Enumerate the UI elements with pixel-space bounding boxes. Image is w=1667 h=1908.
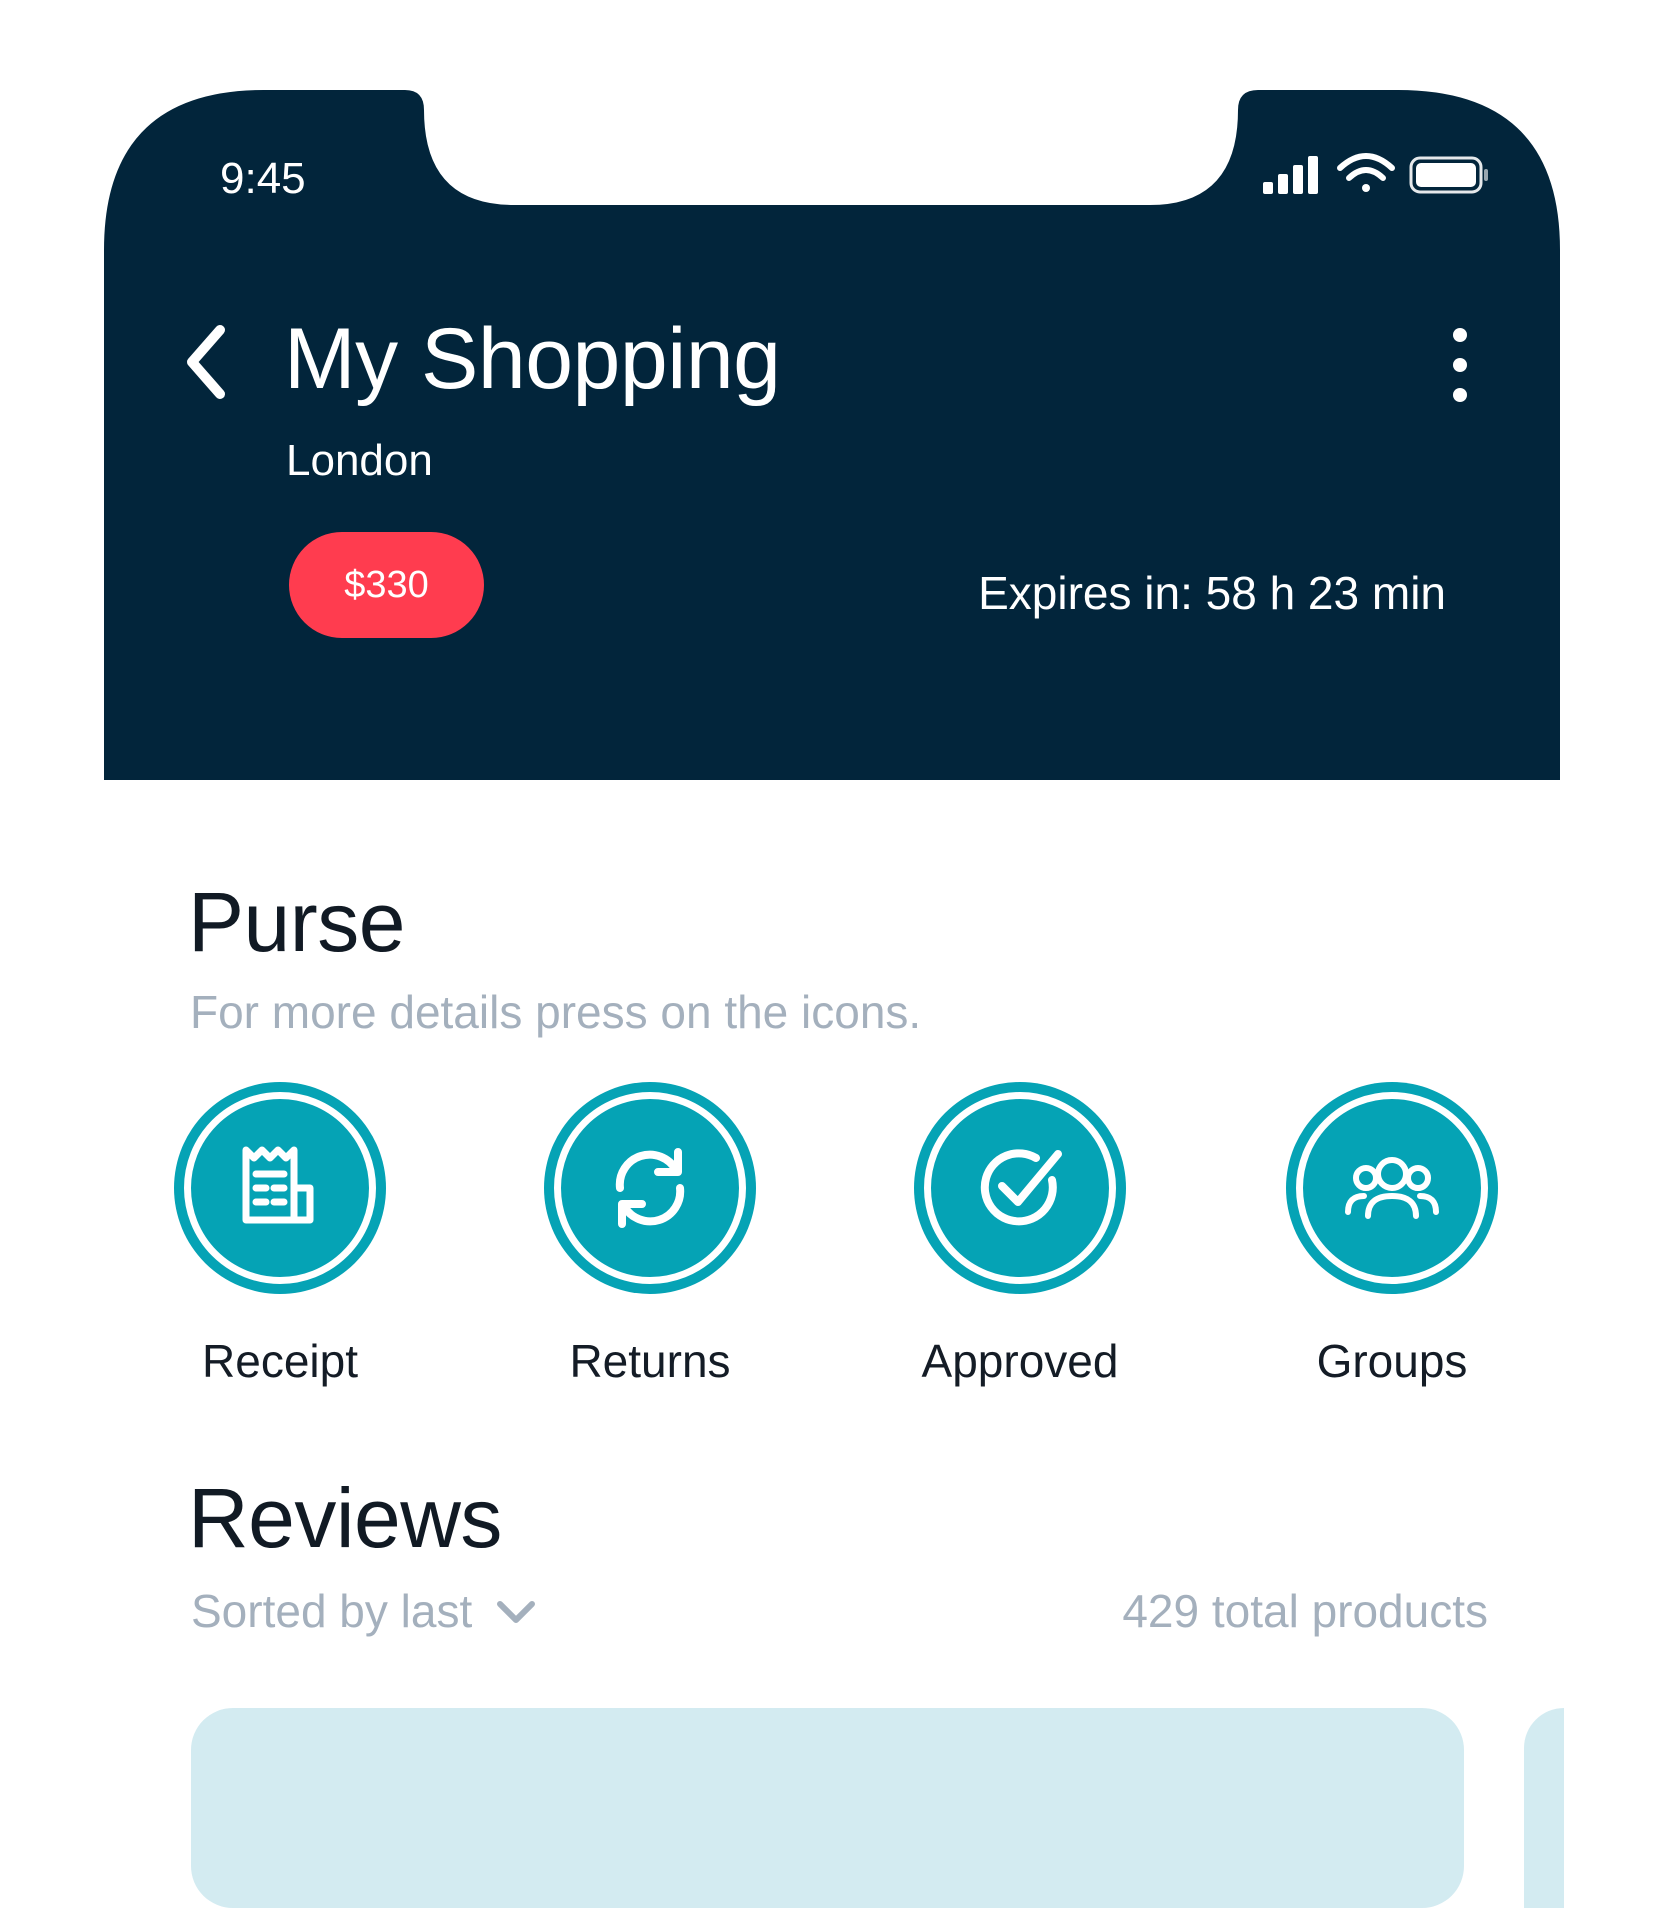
users-icon: [1345, 1157, 1439, 1219]
battery-icon: [1409, 156, 1488, 194]
price-badge: $330: [289, 532, 484, 638]
sort-dropdown[interactable]: Sorted by last: [191, 1584, 536, 1638]
sort-label: Sorted by last: [191, 1585, 473, 1637]
back-button[interactable]: [178, 322, 238, 402]
approved-label: Approved: [921, 1335, 1119, 1387]
expires-label: Expires in: 58 h 23 min: [978, 567, 1446, 619]
review-card[interactable]: [191, 1708, 1464, 1908]
review-card-next[interactable]: [1524, 1708, 1564, 1908]
purse-item-returns[interactable]: Returns: [540, 1082, 760, 1388]
refresh-icon: [615, 1148, 685, 1228]
receipt-icon: [242, 1146, 314, 1224]
wifi-icon: [1337, 153, 1395, 192]
receipt-label: Receipt: [202, 1335, 358, 1387]
more-options-button[interactable]: [1440, 325, 1480, 405]
header-background: [104, 90, 1560, 780]
purse-item-approved[interactable]: Approved: [910, 1082, 1130, 1388]
check-circle-icon: [980, 1149, 1062, 1226]
purse-item-receipt[interactable]: Receipt: [170, 1082, 390, 1388]
reviews-title: Reviews: [188, 1471, 502, 1565]
receipt-button[interactable]: [174, 1082, 386, 1294]
returns-button[interactable]: [544, 1082, 756, 1294]
chevron-left-icon: [187, 325, 225, 399]
page-title: My Shopping: [284, 311, 781, 407]
more-vertical-icon: [1453, 328, 1467, 402]
page-subtitle: London: [286, 436, 433, 485]
approved-button[interactable]: [914, 1082, 1126, 1294]
total-products: 429 total products: [1122, 1585, 1488, 1637]
returns-label: Returns: [569, 1335, 731, 1387]
status-icons: [1263, 153, 1488, 194]
purse-title: Purse: [188, 875, 405, 969]
groups-label: Groups: [1316, 1335, 1468, 1387]
purse-item-groups[interactable]: Groups: [1282, 1082, 1502, 1388]
purse-hint: For more details press on the icons.: [190, 986, 922, 1038]
chevron-down-icon: [497, 1601, 536, 1623]
groups-button[interactable]: [1286, 1082, 1498, 1294]
status-time: 9:45: [220, 154, 306, 203]
signal-icon: [1263, 156, 1318, 194]
